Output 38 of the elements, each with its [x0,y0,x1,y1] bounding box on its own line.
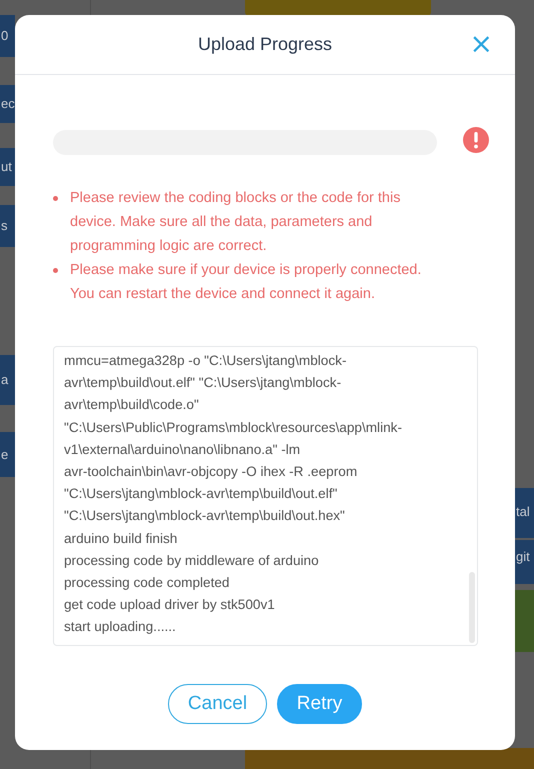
scrollbar-thumb[interactable] [469,572,475,643]
code-block [0,205,15,247]
code-block [515,540,534,584]
dialog-title: Upload Progress [198,34,332,55]
block-label: ec [1,95,15,113]
code-block [0,15,15,57]
log-line: get code upload driver by stk500v1 [64,596,275,614]
retry-button[interactable]: Retry [277,684,362,724]
log-line: avr\temp\build\out.elf" "C:\Users\jtang\mblock- [64,374,342,392]
log-line: start uploading...... [64,618,176,636]
block-label: git [516,548,530,566]
log-line: avr-toolchain\bin\avr-objcopy -O ihex -R .eeprom [64,463,358,482]
log-line: processing code by middleware of arduino [64,552,319,570]
code-block [0,85,15,123]
log-line: avr\temp\build\code.o" [64,396,199,414]
bullet-icon [53,268,58,273]
log-line: processing code completed [64,574,230,592]
code-block [0,432,15,477]
code-block [515,488,534,538]
code-block [0,148,15,186]
block-label: a [1,371,8,389]
bullet-icon [53,196,58,201]
code-block [515,590,534,652]
error-message: Please review the coding blocks or the code for this device. Make sure all the data, parameters and programming logic are correct. [70,189,402,256]
error-message: Please make sure if your device is properly connected. You can restart the device and connect it again. [70,261,422,304]
log-line: v1\external\arduino\nano\libnano.a" -lm [64,440,300,459]
block-label: ut [1,158,12,176]
code-block [0,355,15,405]
block-label: 0 [1,27,8,45]
log-line: arduino build finish [64,530,178,548]
block-label: tal [516,503,530,521]
block-label: e [1,446,8,464]
log-line: "C:\Users\Public\Programs\mblock\resources\app\mlink- [64,418,402,437]
log-line: "C:\Users\jtang\mblock-avr\temp\build\out.hex" [64,507,345,526]
log-line: "C:\Users\jtang\mblock-avr\temp\build\out.elf" [64,485,338,504]
log-line: mmcu=atmega328p -o "C:\Users\jtang\mblock- [64,352,346,370]
cancel-button[interactable]: Cancel [168,684,267,724]
block-label: s [1,217,8,235]
